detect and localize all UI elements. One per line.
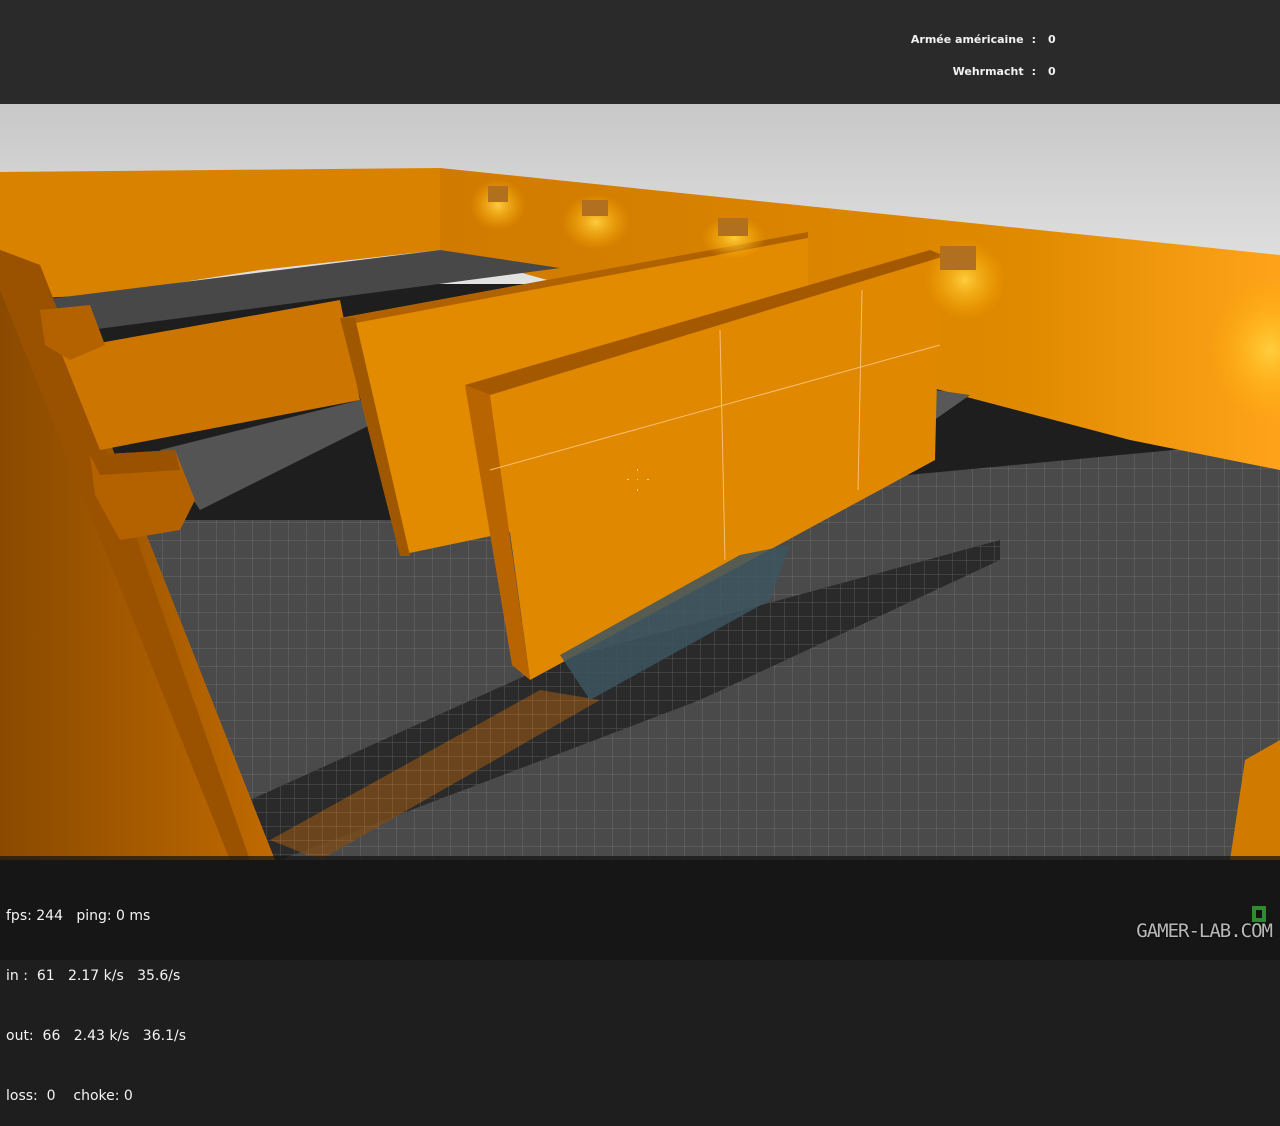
netgraph-bar	[0, 856, 1280, 960]
scoreboard-bar: Armée américaine : 0 Wehrmacht : 0	[0, 0, 1280, 104]
team-score-allies: 0	[1048, 32, 1056, 46]
score-separator: :	[1031, 32, 1036, 46]
team-score-axis: 0	[1048, 64, 1056, 78]
watermark: GAMER-LAB.COM	[1136, 920, 1273, 942]
team-name-axis: Wehrmacht	[952, 64, 1024, 78]
netgraph-in: in : 61 2.17 k/s 35.6/s	[6, 968, 181, 984]
netgraph: fps: 244 ping: 0 ms in : 61 2.17 k/s 35.…	[6, 866, 186, 1126]
crosshair-icon	[627, 469, 649, 491]
netgraph-out: out: 66 2.43 k/s 36.1/s	[6, 1028, 186, 1044]
score-row-allies: Armée américaine : 0	[911, 31, 1062, 47]
score-row-axis: Wehrmacht : 0	[953, 63, 1062, 79]
team-name-allies: Armée américaine	[910, 32, 1024, 46]
score-separator: :	[1031, 64, 1036, 78]
netgraph-loss: loss: 0 choke: 0	[6, 1088, 133, 1104]
netgraph-fps: fps: 244 ping: 0 ms	[6, 908, 151, 924]
